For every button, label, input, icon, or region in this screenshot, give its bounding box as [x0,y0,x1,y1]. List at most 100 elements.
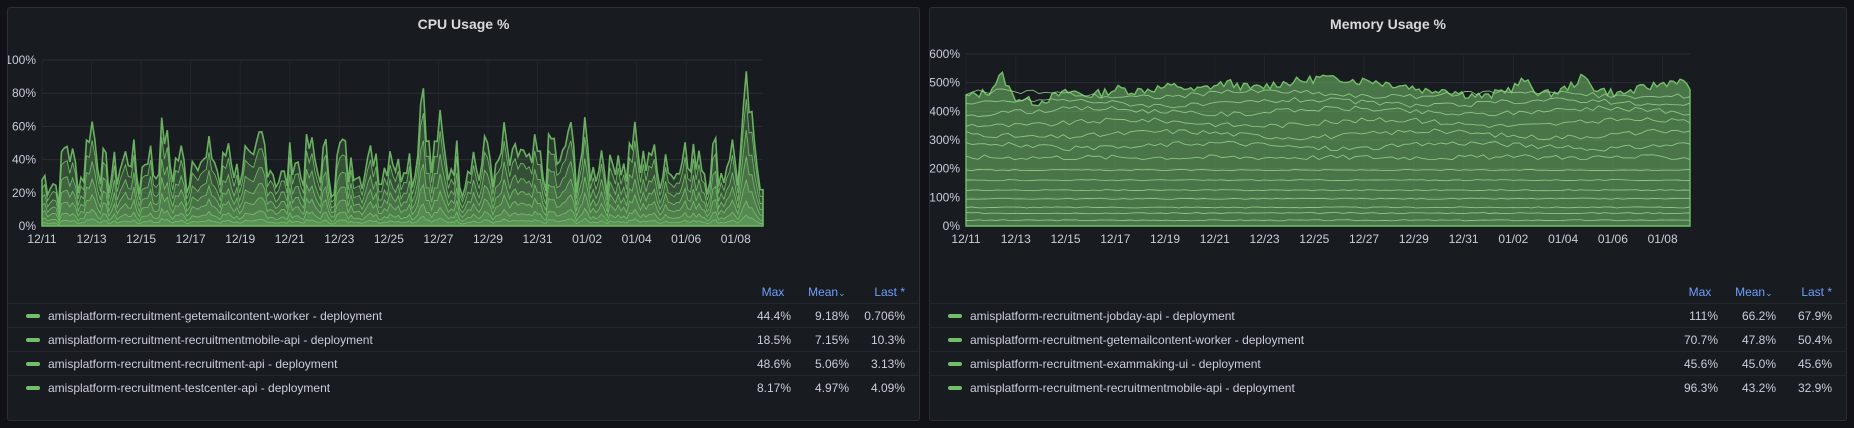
legend-header-mean-label: Mean [808,285,839,299]
legend-row[interactable]: amisplatform-recruitment-getemailcontent… [8,303,919,327]
panel-title[interactable]: Memory Usage % [930,16,1846,32]
x-tick-label: 12/31 [523,232,553,246]
x-tick-label: 12/11 [27,232,56,246]
x-tick-label: 12/19 [225,232,255,246]
series-color-swatch[interactable] [948,337,962,342]
legend-table: amisplatform-recruitment-jobday-api - de… [930,303,1846,399]
x-tick-label: 12/13 [1001,232,1031,246]
x-tick-label: 12/13 [77,232,107,246]
series-last: 32.9% [1797,380,1832,395]
y-tick-label: 20% [12,186,36,200]
series-mean: 7.15% [814,332,849,347]
memory-usage-chart[interactable]: 0% 100% 200% 300% 400% 500% 600% 12/11 12/13 12/1… [930,46,1847,281]
cpu-usage-panel: CPU Usage % 0% 20% 40% 60% 80% 100% 12/11 12/13… [7,7,920,421]
x-tick-label: 01/08 [721,232,751,246]
series-mean: 66.2% [1741,308,1776,323]
series-color-swatch[interactable] [948,361,962,366]
x-tick-label: 01/04 [1548,232,1578,246]
x-tick-label: 01/06 [671,232,701,246]
legend-header-mean[interactable]: Mean⌄ [788,285,846,299]
series-last: 67.9% [1797,308,1832,323]
series-color-swatch[interactable] [26,337,40,342]
series-mean: 47.8% [1741,332,1776,347]
legend-row[interactable]: amisplatform-recruitment-getemailcontent… [930,327,1846,351]
legend-row[interactable]: amisplatform-recruitment-recruitmentmobi… [930,375,1846,399]
series-color-swatch[interactable] [948,313,962,318]
series-max: 18.5% [756,332,791,347]
x-tick-label: 12/21 [275,232,305,246]
legend-header-mean-label: Mean [1735,285,1766,299]
series-name[interactable]: amisplatform-recruitment-recruitment-api… [48,357,731,371]
series-name[interactable]: amisplatform-recruitment-recruitmentmobi… [48,333,731,347]
x-tick-label: 12/25 [374,232,404,246]
x-tick-label: 01/02 [572,232,602,246]
series-color-swatch[interactable] [26,313,40,318]
panel-title[interactable]: CPU Usage % [8,16,919,32]
series-last: 50.4% [1797,332,1832,347]
series-color-swatch[interactable] [26,361,40,366]
series-name[interactable]: amisplatform-recruitment-getemailcontent… [970,333,1658,347]
x-tick-label: 12/23 [1250,232,1280,246]
y-tick-label: 500% [930,76,960,90]
x-tick-label: 12/19 [1150,232,1180,246]
x-tick-label: 12/23 [324,232,354,246]
x-tick-label: 12/17 [1100,232,1130,246]
x-tick-label: 12/15 [1051,232,1081,246]
y-tick-label: 200% [930,162,960,176]
series-mean: 5.06% [814,356,849,371]
series-mean: 45.0% [1741,356,1776,371]
series-max: 8.17% [756,380,791,395]
series-max: 111% [1689,308,1718,323]
legend-table: amisplatform-recruitment-getemailcontent… [8,303,919,399]
y-tick-label: 0% [19,219,37,233]
legend-header: Max Mean⌄ Last * [1651,285,1832,299]
series-name[interactable]: amisplatform-recruitment-testcenter-api … [48,381,731,395]
x-tick-label: 01/06 [1598,232,1628,246]
x-tick-label: 12/31 [1449,232,1479,246]
legend-row[interactable]: amisplatform-recruitment-recruitmentmobi… [8,327,919,351]
series-color-swatch[interactable] [948,385,962,390]
series-last: 0.706% [864,308,905,323]
series-last: 4.09% [870,380,905,395]
series-max: 44.4% [756,308,791,323]
x-tick-label: 12/11 [951,232,980,246]
x-tick-label: 12/25 [1299,232,1329,246]
y-tick-label: 100% [930,190,960,204]
x-tick-label: 12/15 [126,232,156,246]
x-tick-label: 12/27 [1349,232,1379,246]
y-tick-label: 100% [8,53,36,67]
series-mean: 4.97% [814,380,849,395]
series-name[interactable]: amisplatform-recruitment-recruitmentmobi… [970,381,1658,395]
y-tick-label: 400% [930,104,960,118]
series-max: 96.3% [1683,380,1718,395]
chevron-down-icon: ⌄ [1765,288,1773,298]
legend-row[interactable]: amisplatform-recruitment-recruitment-api… [8,351,919,375]
legend-row[interactable]: amisplatform-recruitment-jobday-api - de… [930,303,1846,327]
y-tick-label: 0% [943,219,961,233]
series-name[interactable]: amisplatform-recruitment-jobday-api - de… [970,309,1658,323]
x-tick-label: 01/08 [1648,232,1678,246]
x-tick-label: 12/29 [473,232,503,246]
series-color-swatch[interactable] [26,385,40,390]
legend-row[interactable]: amisplatform-recruitment-exammaking-ui -… [930,351,1846,375]
y-tick-label: 40% [12,153,36,167]
y-tick-label: 60% [12,119,36,133]
series-last: 10.3% [870,332,905,347]
legend-row[interactable]: amisplatform-recruitment-testcenter-api … [8,375,919,399]
legend-header-last[interactable]: Last * [849,285,905,299]
series-name[interactable]: amisplatform-recruitment-exammaking-ui -… [970,357,1658,371]
legend-header-mean[interactable]: Mean⌄ [1715,285,1773,299]
series-name[interactable]: amisplatform-recruitment-getemailcontent… [48,309,731,323]
series-mean: 43.2% [1741,380,1776,395]
series-max: 70.7% [1683,332,1718,347]
legend-header-max[interactable]: Max [1651,285,1712,299]
x-tick-label: 12/17 [176,232,206,246]
x-tick-label: 12/27 [423,232,453,246]
series-last: 45.6% [1797,356,1832,371]
y-tick-label: 80% [12,86,36,100]
legend-header-last[interactable]: Last * [1776,285,1832,299]
cpu-usage-chart[interactable]: 0% 20% 40% 60% 80% 100% 12/11 12/13 12/15 12/17 12… [8,46,920,281]
legend-header-max[interactable]: Max [724,285,785,299]
memory-usage-panel: Memory Usage % 0% 100% 200% 300% 400% 500% 600… [929,7,1847,421]
series-last: 3.13% [870,356,905,371]
